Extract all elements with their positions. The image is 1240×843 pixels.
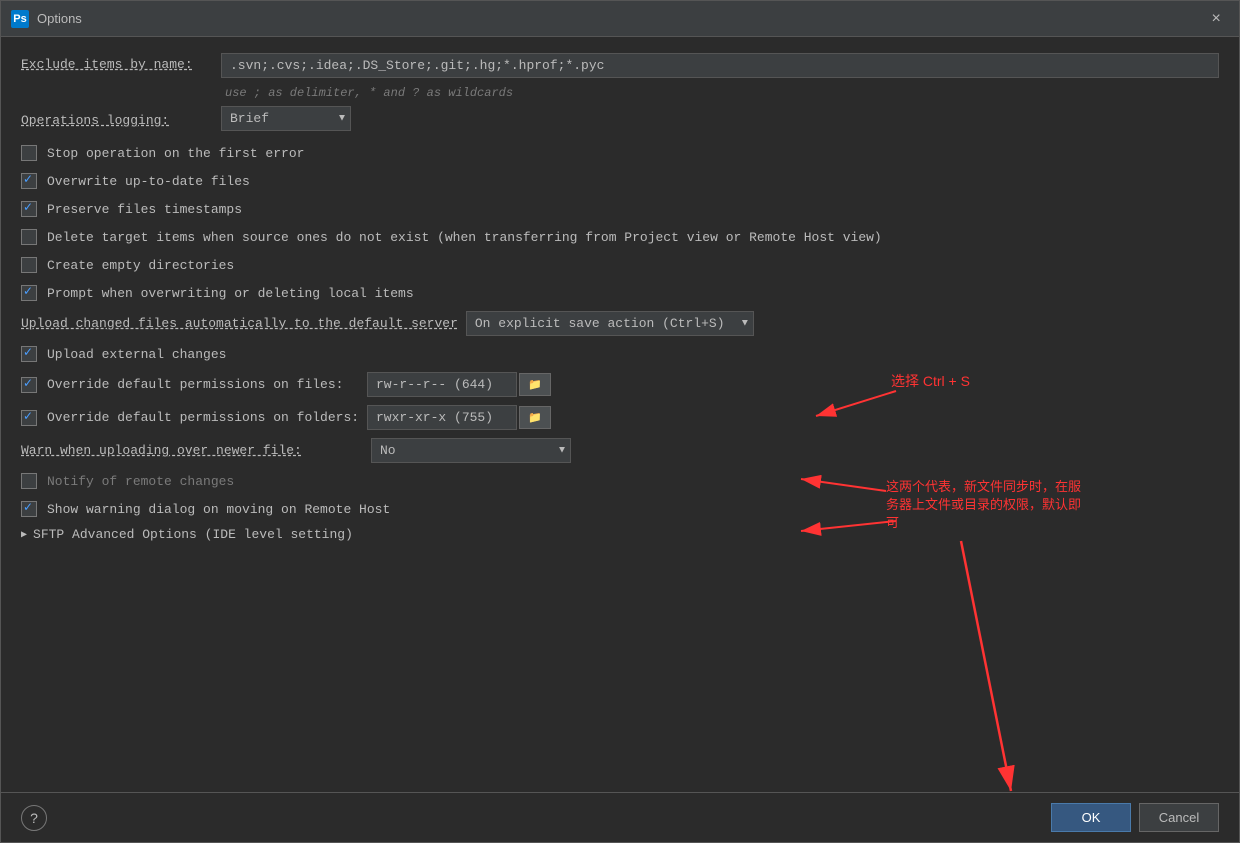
checkbox-stop-operation-input[interactable]	[21, 145, 37, 161]
close-button[interactable]: ×	[1203, 6, 1229, 32]
warn-newer-dropdown-wrapper: No Yes ▼	[371, 438, 571, 463]
checkbox-overwrite-label[interactable]: Overwrite up-to-date files	[47, 174, 250, 189]
checkbox-stop-operation-label[interactable]: Stop operation on the first error	[47, 146, 304, 161]
override-files-value-input[interactable]	[367, 372, 517, 397]
upload-auto-row: Upload changed files automatically to th…	[21, 311, 1219, 336]
exclude-items-input[interactable]	[221, 53, 1219, 78]
titlebar: Ps Options ×	[1, 1, 1239, 37]
checkbox-preserve-timestamps: Preserve files timestamps	[21, 199, 1219, 219]
checkbox-overwrite-input[interactable]	[21, 173, 37, 189]
operations-logging-row: Operations logging: Brief Normal Verbose…	[21, 106, 1219, 131]
sftp-section[interactable]: ▶ SFTP Advanced Options (IDE level setti…	[21, 527, 1219, 542]
browse-folders-button[interactable]: 📁	[519, 406, 551, 429]
upload-auto-dropdown-wrapper: Always On explicit save action (Ctrl+S) …	[466, 311, 754, 336]
exclude-hint: use ; as delimiter, * and ? as wildcards	[225, 86, 1219, 100]
cancel-button[interactable]: Cancel	[1139, 803, 1219, 832]
checkbox-create-empty-label[interactable]: Create empty directories	[47, 258, 234, 273]
checkbox-delete-target-label[interactable]: Delete target items when source ones do …	[47, 230, 882, 245]
window-title: Options	[37, 11, 1203, 26]
override-folders-value-input[interactable]	[367, 405, 517, 430]
checkbox-stop-operation: Stop operation on the first error	[21, 143, 1219, 163]
warn-newer-select[interactable]: No Yes	[371, 438, 571, 463]
upload-auto-label: Upload changed files automatically to th…	[21, 316, 458, 331]
help-button[interactable]: ?	[21, 805, 47, 831]
checkbox-prompt-overwriting-input[interactable]	[21, 285, 37, 301]
ok-button[interactable]: OK	[1051, 803, 1131, 832]
exclude-items-row: Exclude items by name:	[21, 53, 1219, 78]
operations-logging-dropdown-wrapper: Brief Normal Verbose ▼	[221, 106, 351, 131]
checkbox-show-warning-label[interactable]: Show warning dialog on moving on Remote …	[47, 502, 390, 517]
checkbox-upload-external: Upload external changes	[21, 344, 1219, 364]
override-folders-row: Override default permissions on folders:…	[21, 405, 1219, 430]
warn-newer-row: Warn when uploading over newer file: No …	[21, 438, 1219, 463]
footer-action-buttons: OK Cancel	[1051, 803, 1219, 832]
checkbox-delete-target: Delete target items when source ones do …	[21, 227, 1219, 247]
sftp-label: SFTP Advanced Options (IDE level setting…	[33, 527, 353, 542]
checkbox-preserve-timestamps-input[interactable]	[21, 201, 37, 217]
checkbox-notify-remote-input[interactable]	[21, 473, 37, 489]
upload-auto-select[interactable]: Always On explicit save action (Ctrl+S) …	[466, 311, 754, 336]
checkbox-notify-remote-label[interactable]: Notify of remote changes	[47, 474, 234, 489]
checkbox-create-empty: Create empty directories	[21, 255, 1219, 275]
checkbox-upload-external-label[interactable]: Upload external changes	[47, 347, 226, 362]
override-folders-label[interactable]: Override default permissions on folders:	[47, 410, 367, 425]
checkbox-override-folders-input[interactable]	[21, 410, 37, 426]
warn-newer-label: Warn when uploading over newer file:	[21, 443, 371, 458]
checkbox-create-empty-input[interactable]	[21, 257, 37, 273]
exclude-items-label: Exclude items by name:	[21, 53, 221, 72]
checkbox-show-warning: Show warning dialog on moving on Remote …	[21, 499, 1219, 519]
dialog-content: Exclude items by name: use ; as delimite…	[1, 37, 1239, 792]
checkbox-overwrite: Overwrite up-to-date files	[21, 171, 1219, 191]
browse-files-button[interactable]: 📁	[519, 373, 551, 396]
checkbox-notify-remote: Notify of remote changes	[21, 471, 1219, 491]
checkbox-preserve-timestamps-label[interactable]: Preserve files timestamps	[47, 202, 242, 217]
checkbox-show-warning-input[interactable]	[21, 501, 37, 517]
checkbox-override-files-input[interactable]	[21, 377, 37, 393]
app-icon: Ps	[11, 10, 29, 28]
checkbox-prompt-overwriting-label[interactable]: Prompt when overwriting or deleting loca…	[47, 286, 414, 301]
operations-logging-select[interactable]: Brief Normal Verbose	[221, 106, 351, 131]
checkbox-prompt-overwriting: Prompt when overwriting or deleting loca…	[21, 283, 1219, 303]
checkbox-delete-target-input[interactable]	[21, 229, 37, 245]
override-files-label[interactable]: Override default permissions on files:	[47, 377, 367, 392]
checkbox-upload-external-input[interactable]	[21, 346, 37, 362]
sftp-arrow-icon: ▶	[21, 529, 27, 541]
dialog-footer: ? OK Cancel	[1, 792, 1239, 842]
operations-logging-label: Operations logging:	[21, 109, 221, 128]
options-dialog: Ps Options × Exclude items by name: use …	[0, 0, 1240, 843]
override-files-row: Override default permissions on files: 📁	[21, 372, 1219, 397]
